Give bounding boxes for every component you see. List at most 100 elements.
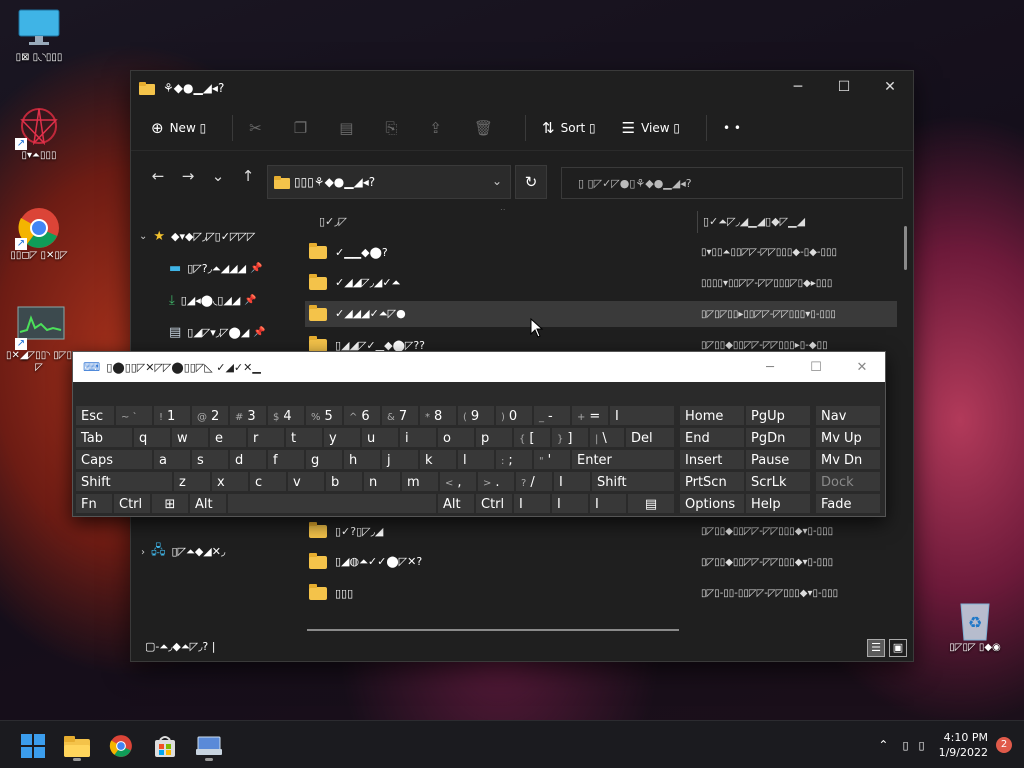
notification-badge[interactable]: 2 [996, 737, 1012, 753]
key-comma[interactable]: <, [439, 471, 477, 492]
key-alt-right[interactable]: Alt [437, 493, 475, 514]
key-dock[interactable]: Dock [815, 471, 881, 492]
key-6[interactable]: ^ 6 [343, 405, 381, 426]
key-h[interactable]: h [343, 449, 381, 470]
key-r[interactable]: r [247, 427, 285, 448]
nav-quick-access[interactable]: ⌄ ★ ◆▾◆◸◞◸▯✓◸◸◸ [139, 229, 255, 244]
tray-icon[interactable]: ▯ [919, 739, 925, 752]
more-options-button[interactable]: • • [723, 121, 741, 135]
taskbar-chrome[interactable] [104, 729, 138, 763]
key-p[interactable]: p [475, 427, 513, 448]
new-button[interactable]: ⊕ New ▯ [151, 119, 206, 137]
file-row[interactable]: ✓◢◢◸◞◢✓⏶ ▯▯▯▯▾▯▯◸◸-◸◸▯▯▯◸▯◆▸▯▯▯ [305, 270, 897, 296]
key-q[interactable]: q [133, 427, 171, 448]
cut-button[interactable]: ✂ [249, 119, 268, 137]
key-equals[interactable]: + = [571, 405, 609, 426]
nav-downloads[interactable]: ⤓ ▯◢◂⬤◟▯◢◢ 📌 [169, 293, 257, 308]
tiles-view-button[interactable]: ▣ [889, 639, 907, 657]
key-down-arrow[interactable]: I [551, 493, 589, 514]
tray-icon[interactable]: ▯ [902, 739, 908, 752]
key-mvup[interactable]: Mv Up [815, 427, 881, 448]
chevron-right-icon[interactable]: › [141, 547, 145, 558]
chevron-down-icon[interactable]: ⌄ [492, 174, 502, 188]
key-9[interactable]: (9 [457, 405, 495, 426]
taskbar-file-explorer[interactable] [60, 729, 94, 763]
key-v[interactable]: v [287, 471, 325, 492]
osk-close-button[interactable]: ✕ [839, 352, 885, 382]
key-n[interactable]: n [363, 471, 401, 492]
key-mvdn[interactable]: Mv Dn [815, 449, 881, 470]
key-nav[interactable]: Nav [815, 405, 881, 426]
key-l[interactable]: l [457, 449, 495, 470]
key-right-arrow[interactable]: I [589, 493, 627, 514]
desktop-icon-chrome[interactable]: ↗ ▯▯◻◸ ▯✕▯◸ [4, 206, 74, 262]
title-bar[interactable]: ⚘◆●▁◢◂? ─ ☐ ✕ [131, 71, 913, 105]
osk-minimize-button[interactable]: ─ [747, 352, 793, 382]
key-alt-left[interactable]: Alt [189, 493, 227, 514]
desktop-icon-monitor-app[interactable]: ↗ ▯✕◢◸▯▯◝ ▯◸▯◸ [4, 306, 74, 374]
key-5[interactable]: % 5 [305, 405, 343, 426]
key-pgup[interactable]: PgUp [745, 405, 811, 426]
key-0[interactable]: ) 0 [495, 405, 533, 426]
key-fade[interactable]: Fade [815, 493, 881, 514]
key-minus[interactable]: _ - [533, 405, 571, 426]
delete-button[interactable]: 🗑 [474, 119, 499, 137]
horizontal-scrollbar[interactable] [307, 629, 679, 631]
desktop-icon-recycle-bin[interactable]: ♻ ▯◸▯◸ ▯◆◉ [940, 598, 1010, 654]
key-e[interactable]: e [209, 427, 247, 448]
nav-network[interactable]: › 🖧 ▯◸⏶◆◢✕◞ [141, 541, 225, 563]
key-t[interactable]: t [285, 427, 323, 448]
column-divider[interactable] [697, 211, 698, 233]
address-bar[interactable]: ▯▯▯⚘◆●▁◢◂? ⌄ [267, 165, 511, 199]
file-row-selected[interactable]: ✓◢◢◢✓⏶◸● ▯◸▯◸▯▯▸▯▯◸◸-◸◸▯▯▯▾▯-▯▯▯ [305, 301, 897, 327]
key-i[interactable]: i [399, 427, 437, 448]
copy-button[interactable]: ❐ [294, 119, 313, 137]
key-right-bracket[interactable]: }] [551, 427, 589, 448]
key-left-arrow[interactable]: I [513, 493, 551, 514]
desktop-icon-this-pc[interactable]: ▯⊠ ▯◟◝▯▯▯ [4, 8, 74, 64]
key-shift-right[interactable]: Shift [591, 471, 675, 492]
nav-desktop[interactable]: ▬ ▯◸?◞⏶◢◢◢ 📌 [169, 261, 263, 276]
key-k[interactable]: k [419, 449, 457, 470]
key-slash[interactable]: ? / [515, 471, 553, 492]
key-1[interactable]: ! 1 [153, 405, 191, 426]
maximize-button[interactable]: ☐ [821, 71, 867, 103]
paste-button[interactable]: ▤ [339, 119, 359, 137]
close-button[interactable]: ✕ [867, 71, 913, 103]
osk-maximize-button[interactable]: ☐ [793, 352, 839, 382]
key-options[interactable]: Options [679, 493, 745, 514]
key-4[interactable]: $4 [267, 405, 305, 426]
share-button[interactable]: ⇪ [429, 119, 448, 137]
key-s[interactable]: s [191, 449, 229, 470]
key-prtscn[interactable]: PrtScn [679, 471, 745, 492]
key-backslash[interactable]: | \ [589, 427, 625, 448]
key-help[interactable]: Help [745, 493, 811, 514]
key-windows[interactable]: ⊞ [151, 493, 189, 514]
nav-documents[interactable]: ▤ ▯◢◸▾◞◸⬤◢ 📌 [169, 325, 266, 340]
key-d[interactable]: d [229, 449, 267, 470]
key-left-bracket[interactable]: {[ [513, 427, 551, 448]
key-z[interactable]: z [173, 471, 211, 492]
file-row[interactable]: ▯▯▯ ▯◸▯-▯▯-▯▯◸◸-◸◸▯▯▯◆▾▯-▯▯▯ [305, 580, 897, 606]
key-y[interactable]: y [323, 427, 361, 448]
key-up-arrow[interactable]: I [553, 471, 591, 492]
key-shift-left[interactable]: Shift [75, 471, 173, 492]
key-quote[interactable]: " ' [533, 449, 571, 470]
minimize-button[interactable]: ─ [775, 71, 821, 103]
key-7[interactable]: & 7 [381, 405, 419, 426]
recent-locations-button[interactable]: ⌄ [203, 167, 233, 185]
back-button[interactable]: ← [143, 167, 173, 185]
key-backspace[interactable]: I [609, 405, 675, 426]
search-input[interactable]: ▯ ▯◸✓◸●▯⚘◆●▁◢◂? [561, 167, 903, 199]
up-button[interactable]: ↑ [233, 167, 263, 185]
key-caps[interactable]: Caps [75, 449, 153, 470]
details-view-button[interactable]: ☰ [867, 639, 885, 657]
key-o[interactable]: o [437, 427, 475, 448]
key-enter[interactable]: Enter [571, 449, 675, 470]
key-c[interactable]: c [249, 471, 287, 492]
key-3[interactable]: #3 [229, 405, 267, 426]
key-semicolon[interactable]: :; [495, 449, 533, 470]
column-name[interactable]: ▯✓◞◸ [319, 215, 347, 228]
desktop-icon-app-shortcut[interactable]: ↗ ▯▾⏶▯▯▯ [4, 106, 74, 162]
key-space[interactable] [227, 493, 437, 514]
